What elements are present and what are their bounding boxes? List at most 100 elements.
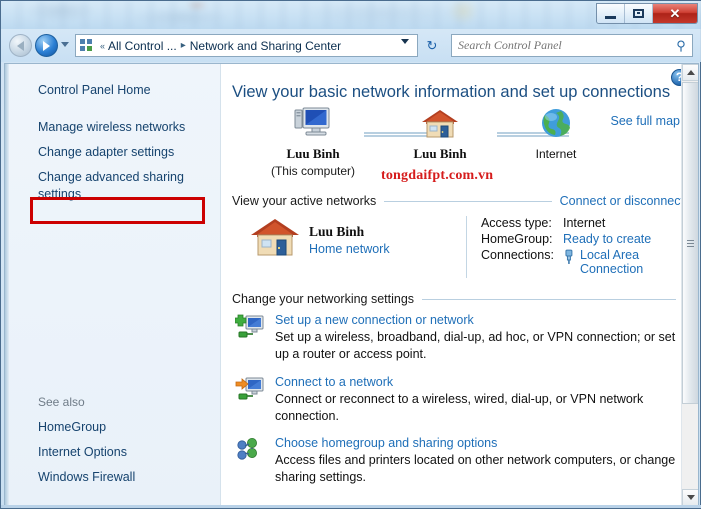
ethernet-icon — [565, 249, 573, 264]
detail-key: Connections: — [480, 248, 554, 262]
content-area: Control Panel Home Manage wireless netwo… — [4, 63, 699, 507]
breadcrumb-item-all-control-panel[interactable]: All Control ... — [108, 39, 177, 53]
active-networks-header: View your active networks Connect or dis… — [221, 194, 698, 208]
active-network-identity[interactable]: Luu Binh Home network — [235, 216, 466, 278]
network-node-this-computer[interactable]: Luu Binh (This computer) — [265, 106, 361, 178]
globe-icon — [542, 109, 570, 137]
recent-pages-icon[interactable] — [61, 42, 69, 47]
active-network-row: Luu Binh Home network Access type: Inter… — [221, 216, 698, 278]
title-bar[interactable]: ✕ — [1, 1, 701, 29]
window-controls: ✕ — [596, 3, 698, 24]
network-node-internet[interactable]: Internet — [510, 107, 602, 161]
window-bottom-edge — [1, 505, 701, 508]
setting-item-choose-homegroup[interactable]: Choose homegroup and sharing options Acc… — [235, 436, 698, 487]
house-icon — [422, 110, 458, 138]
close-button[interactable]: ✕ — [653, 4, 697, 23]
sidebar-item-manage-wireless-networks[interactable]: Manage wireless networks — [5, 115, 220, 140]
networking-settings-header: Change your networking settings — [221, 292, 698, 306]
setting-description: Set up a wireless, broadband, dial-up, a… — [275, 330, 676, 362]
forward-button[interactable] — [35, 34, 58, 57]
control-panel-icon — [79, 38, 95, 54]
homegroup-ready-to-create-link[interactable]: Ready to create — [563, 232, 651, 246]
sidebar-item-change-adapter-settings[interactable]: Change adapter settings — [5, 140, 220, 165]
window-frame: ✕ « All Control ... ▸ Network and Sharin… — [0, 0, 701, 509]
breadcrumb-dropdown-icon[interactable] — [401, 39, 409, 44]
setting-description: Access files and printers located on oth… — [275, 453, 676, 485]
detail-key: Access type: — [480, 216, 552, 230]
detail-row-access-type: Access type: Internet — [481, 216, 698, 230]
maximize-button[interactable] — [625, 4, 653, 23]
breadcrumb-overflow-icon[interactable]: « — [100, 41, 105, 51]
network-node-home-network[interactable]: Luu Binh — [385, 108, 495, 162]
new-connection-icon — [234, 314, 264, 338]
vertical-divider — [465, 216, 467, 278]
setting-icon-wrap — [235, 436, 275, 487]
setting-link[interactable]: Set up a new connection or network — [275, 313, 676, 327]
search-input[interactable] — [452, 38, 670, 53]
forward-arrow-icon — [43, 40, 50, 51]
address-toolbar: « All Control ... ▸ Network and Sharing … — [1, 29, 701, 62]
see-also-item-internet-options[interactable]: Internet Options — [5, 440, 220, 465]
vertical-scrollbar[interactable] — [681, 64, 698, 506]
active-network-type-link[interactable]: Home network — [309, 242, 390, 256]
search-box[interactable]: ⚲ — [451, 34, 693, 57]
setting-item-set-up-new-connection[interactable]: Set up a new connection or network Set u… — [234, 313, 698, 364]
control-panel-window: ✕ « All Control ... ▸ Network and Sharin… — [0, 0, 701, 509]
breadcrumb[interactable]: « All Control ... ▸ Network and Sharing … — [75, 34, 418, 57]
house-icon — [251, 219, 299, 256]
section-divider — [384, 200, 552, 202]
minimize-button[interactable] — [597, 4, 625, 23]
breadcrumb-separator-icon: ▸ — [180, 40, 186, 51]
active-network-name: Luu Binh — [309, 224, 365, 239]
see-also-item-homegroup[interactable]: HomeGroup — [5, 415, 220, 440]
setting-body: Connect to a network Connect or reconnec… — [275, 375, 698, 426]
detail-value: Internet — [562, 216, 606, 230]
scrollbar-grip-icon — [687, 238, 694, 249]
setting-icon-wrap — [234, 313, 275, 364]
chevron-down-icon — [686, 495, 695, 500]
refresh-button[interactable]: ↻ — [422, 36, 442, 55]
network-node-label: Luu Binh — [413, 146, 467, 161]
setting-description: Connect or reconnect to a wireless, wire… — [275, 391, 644, 423]
network-node-sublabel: (This computer) — [270, 164, 356, 178]
scrollbar-thumb[interactable] — [682, 82, 698, 404]
chevron-up-icon — [686, 70, 695, 75]
networking-settings-title: Change your networking settings — [232, 292, 415, 306]
see-also-item-windows-firewall[interactable]: Windows Firewall — [5, 465, 220, 490]
active-network-details: Access type: Internet HomeGroup: Ready t… — [481, 216, 698, 278]
watermark-text: tongdaifpt.com.vn — [381, 168, 494, 183]
networking-settings-list: Set up a new connection or network Set u… — [221, 313, 698, 487]
main-panel: ? View your basic network information an… — [221, 64, 698, 506]
back-button[interactable] — [9, 34, 32, 57]
network-node-label: Internet — [535, 147, 577, 161]
computer-icon — [294, 107, 330, 136]
setting-link[interactable]: Choose homegroup and sharing options — [275, 436, 676, 450]
active-networks-title: View your active networks — [232, 194, 377, 208]
minimize-icon — [605, 15, 616, 19]
homegroup-icon — [237, 438, 257, 460]
setting-item-connect-to-network[interactable]: Connect to a network Connect or reconnec… — [235, 375, 698, 426]
see-also-section: See also HomeGroup Internet Options Wind… — [5, 395, 220, 490]
see-also-title: See also — [38, 395, 85, 410]
sidebar-item-control-panel-home[interactable]: Control Panel Home — [5, 78, 220, 103]
detail-row-connections: Connections: Local Area Connection — [481, 248, 698, 276]
maximize-icon — [633, 9, 644, 18]
connect-or-disconnect-link[interactable]: Connect or disconnect — [560, 194, 684, 208]
close-icon: ✕ — [669, 6, 681, 21]
sidebar: Control Panel Home Manage wireless netwo… — [5, 64, 221, 506]
breadcrumb-item-current[interactable]: Network and Sharing Center — [190, 39, 341, 53]
network-node-label: Luu Binh — [286, 146, 340, 161]
page-title: View your basic network information and … — [232, 83, 671, 101]
setting-link[interactable]: Connect to a network — [275, 375, 676, 389]
back-arrow-icon — [17, 40, 24, 51]
scroll-up-button[interactable] — [682, 64, 698, 81]
connect-network-icon — [235, 377, 264, 399]
search-icon[interactable]: ⚲ — [670, 38, 692, 54]
detail-key: HomeGroup: — [480, 232, 553, 246]
sidebar-item-change-advanced-sharing-settings[interactable]: Change advanced sharing settings — [5, 165, 220, 207]
scroll-down-button[interactable] — [682, 489, 698, 506]
section-divider — [422, 298, 676, 300]
detail-row-homegroup: HomeGroup: Ready to create — [481, 232, 698, 246]
see-full-map-link[interactable]: See full map — [611, 114, 680, 128]
